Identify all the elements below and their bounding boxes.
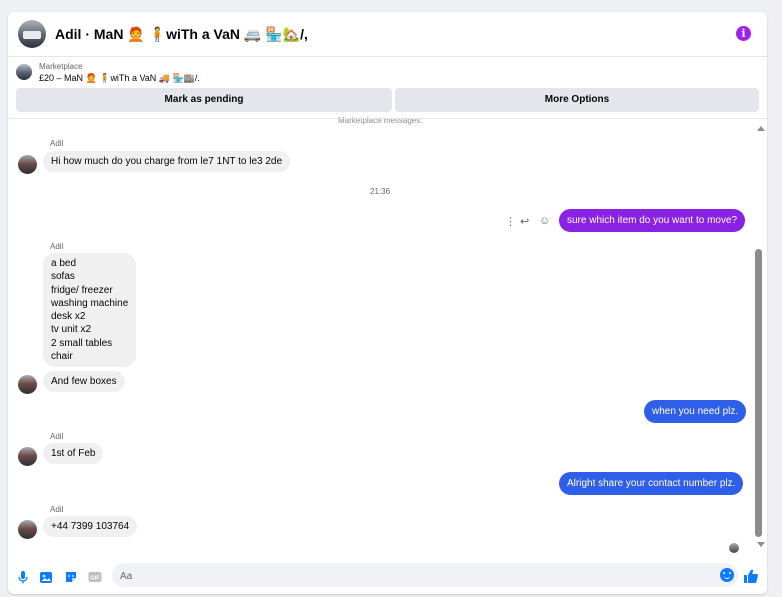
more-vertical-icon[interactable]: ⋮ [505, 215, 516, 228]
message-outgoing[interactable]: when you need plz. [644, 400, 747, 423]
scroll-up-arrow[interactable] [757, 126, 765, 131]
sticker-icon[interactable] [64, 570, 78, 584]
message-incoming[interactable]: 1st of Feb [43, 443, 104, 465]
sender-avatar[interactable] [18, 155, 37, 174]
chat-header: Adil · MaN 🧑‍🦰 🧍wiTh a VaN 🚐 🏪🏡/, i [8, 12, 767, 57]
svg-text:GIF: GIF [90, 576, 100, 582]
gif-icon[interactable]: GIF [88, 570, 102, 584]
chat-panel: Adil · MaN 🧑‍🦰 🧍wiTh a VaN 🚐 🏪🏡/, i Mark… [8, 12, 767, 594]
message-outgoing[interactable]: sure which item do you want to move? [559, 209, 746, 232]
divider [8, 118, 767, 119]
photo-icon[interactable] [39, 570, 53, 584]
mark-as-pending-button[interactable]: Mark as pending [16, 88, 392, 112]
composer: GIF [8, 560, 767, 594]
emoji-icon[interactable] [720, 568, 734, 582]
more-options-button[interactable]: More Options [395, 88, 759, 112]
timestamp: 21:36 [370, 187, 391, 196]
sender-name: Adil [50, 139, 64, 148]
message-outgoing[interactable]: Alright share your contact number plz. [559, 472, 744, 495]
seen-indicator-avatar [729, 543, 739, 553]
message-input[interactable] [118, 567, 702, 585]
listing-name: £20 – MaN 🧑‍🦰 🧍wiTh a VaN 🚚 🏪🏬/. [39, 73, 200, 83]
sender-name: Adil [50, 505, 64, 514]
message-incoming[interactable]: Hi how much do you charge from le7 1NT t… [43, 151, 291, 173]
emoji-react-icon[interactable]: ☺ [539, 215, 550, 227]
microphone-icon[interactable] [16, 570, 30, 584]
scroll-down-arrow[interactable] [757, 542, 765, 547]
message-incoming[interactable]: a bed sofas fridge/ freezer washing mach… [43, 253, 137, 368]
listing-category: Marketplace [39, 62, 83, 71]
sender-avatar[interactable] [18, 520, 37, 539]
conversation-title[interactable]: Adil · MaN 🧑‍🦰 🧍wiTh a VaN 🚐 🏪🏡/, [55, 26, 308, 43]
message-incoming[interactable]: And few boxes [43, 371, 125, 393]
message-incoming[interactable]: +44 7399 103764 [43, 516, 138, 538]
reply-icon[interactable]: ↩ [520, 215, 529, 228]
message-input-container [112, 563, 738, 587]
thumbs-up-icon[interactable] [743, 568, 759, 584]
listing-thumbnail [16, 64, 32, 80]
avatar[interactable] [18, 20, 46, 48]
info-icon[interactable]: i [736, 26, 751, 41]
sender-name: Adil [50, 242, 64, 251]
marketplace-listing[interactable]: Marketplace £20 – MaN 🧑‍🦰 🧍wiTh a VaN 🚚 … [8, 57, 767, 89]
sender-avatar[interactable] [18, 375, 37, 394]
scrollbar-thumb[interactable] [755, 249, 762, 537]
sender-avatar[interactable] [18, 447, 37, 466]
sender-name: Adil [50, 432, 64, 441]
